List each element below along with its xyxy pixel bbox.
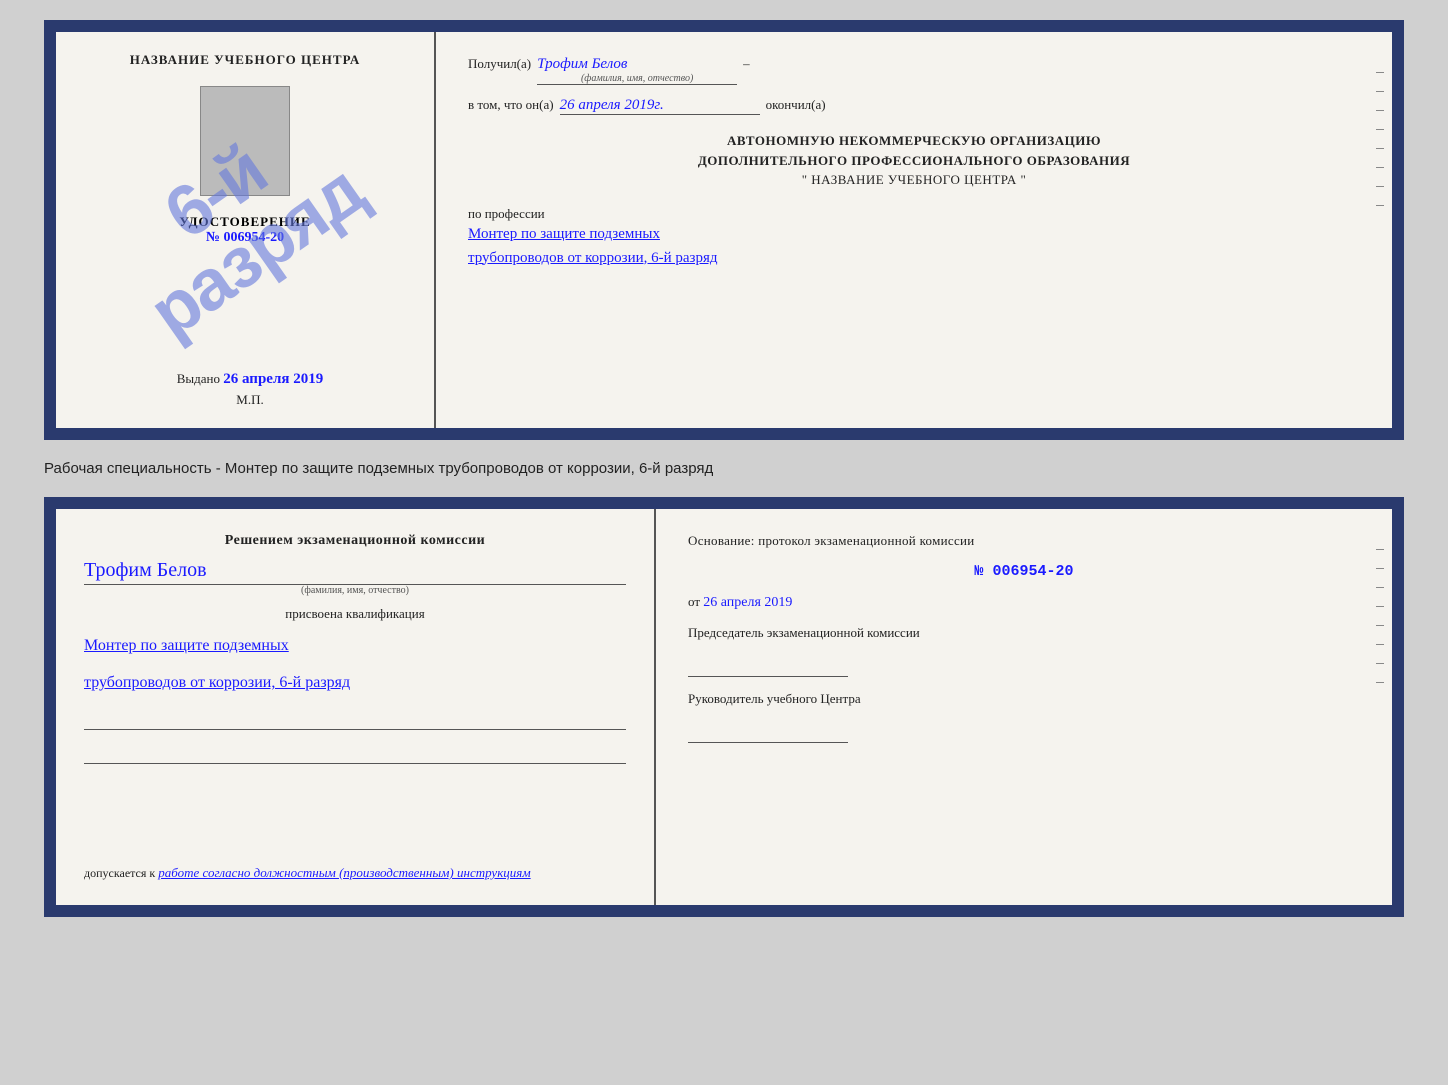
fio-hint-bottom: (фамилия, имя, отчество) [84,585,626,596]
predsedatel-signature-line [688,653,848,677]
ot-label: от [688,594,700,609]
ot-date-value: 26 апреля 2019 [703,595,792,610]
photo-placeholder [200,86,290,196]
poluchil-label: Получил(а) [468,56,531,72]
person-name-top: Трофим Белов [537,56,627,72]
predsedatel-block: Председатель экзаменационной комиссии [688,625,1360,677]
org-line3: " НАЗВАНИЕ УЧЕБНОГО ЦЕНТРА " [468,170,1360,190]
protocol-num: № 006954-20 [688,563,1360,580]
org-block: АВТОНОМНУЮ НЕКОММЕРЧЕСКУЮ ОРГАНИЗАЦИЮ ДО… [468,131,1360,190]
signature-lines [84,710,626,764]
predsedatel-label: Председатель экзаменационной комиссии [688,625,1360,641]
dopuskaetsya-label: допускается к [84,866,155,880]
cert-bottom-right: Основание: протокол экзаменационной коми… [656,509,1392,905]
okончил-label: окончил(а) [766,97,826,113]
vydano-date: 26 апреля 2019 [223,371,323,387]
org-line2: ДОПОЛНИТЕЛЬНОГО ПРОФЕССИОНАЛЬНОГО ОБРАЗО… [468,151,1360,171]
qual-line2: трубопроводов от коррозии, 6-й разряд [84,669,626,696]
rukovoditel-block: Руководитель учебного Центра [688,691,1360,743]
cert-left-panel: НАЗВАНИЕ УЧЕБНОГО ЦЕНТРА 6-йразряд УДОСТ… [56,32,436,428]
side-decoration [1376,72,1384,206]
mp-label: М.П. [226,392,263,408]
v-tom-row: в том, что он(а) 26 апреля 2019г. окончи… [468,97,1360,115]
side-decoration-bottom [1376,549,1384,683]
vydano-block: Выдано 26 апреля 2019 [167,371,323,388]
top-title: НАЗВАНИЕ УЧЕБНОГО ЦЕНТРА [130,52,361,68]
org-line1: АВТОНОМНУЮ НЕКОММЕРЧЕСКУЮ ОРГАНИЗАЦИЮ [468,131,1360,151]
ot-date-block: от 26 апреля 2019 [688,594,1360,611]
date-value-top: 26 апреля 2019г. [560,97,760,115]
person-name-bottom: Трофим Белов [84,559,626,585]
cert-number: № 006954-20 [179,230,310,246]
specialty-label: Рабочая специальность - Монтер по защите… [44,460,713,477]
udostoverenie-label: УДОСТОВЕРЕНИЕ [179,214,310,230]
qual-line1: Монтер по защите подземных [84,632,626,659]
dash-top: – [743,56,750,72]
komissia-title: Решением экзаменационной комиссии [84,533,626,549]
dopuskaetsya-block: допускается к работе согласно должностны… [84,865,626,881]
v-tom-label: в том, что он(а) [468,97,554,113]
osnov-label: Основание: протокол экзаменационной коми… [688,533,1360,549]
fio-hint-top: (фамилия, имя, отчество) [537,73,737,84]
poluchil-value: Трофим Белов (фамилия, имя, отчество) [537,56,737,85]
dopuskaetsya-value: работе согласно должностным (производств… [158,865,530,880]
cert-right-panel: Получил(а) Трофим Белов (фамилия, имя, о… [436,32,1392,428]
top-certificate: НАЗВАНИЕ УЧЕБНОГО ЦЕНТРА 6-йразряд УДОСТ… [44,20,1404,440]
profession-line2: трубопроводов от коррозии, 6-й разряд [468,246,1360,270]
middle-text: Рабочая специальность - Монтер по защите… [44,456,1404,481]
cert-bottom-left: Решением экзаменационной комиссии Трофим… [56,509,656,905]
vydano-label: Выдано [177,371,220,386]
rukovoditel-signature-line [688,719,848,743]
profession-line1: Монтер по защите подземных [468,222,1360,246]
udostoverenie-block: УДОСТОВЕРЕНИЕ № 006954-20 [179,214,310,246]
profession-block: по профессии Монтер по защите подземных … [468,206,1360,270]
po-professii-label: по профессии [468,206,545,221]
bottom-certificate: Решением экзаменационной комиссии Трофим… [44,497,1404,917]
poluchil-row: Получил(а) Трофим Белов (фамилия, имя, о… [468,56,1360,85]
person-name-bottom-wrap: Трофим Белов (фамилия, имя, отчество) [84,559,626,596]
rukovoditel-label: Руководитель учебного Центра [688,691,1360,707]
prisvoena-label: присвоена квалификация [84,606,626,622]
